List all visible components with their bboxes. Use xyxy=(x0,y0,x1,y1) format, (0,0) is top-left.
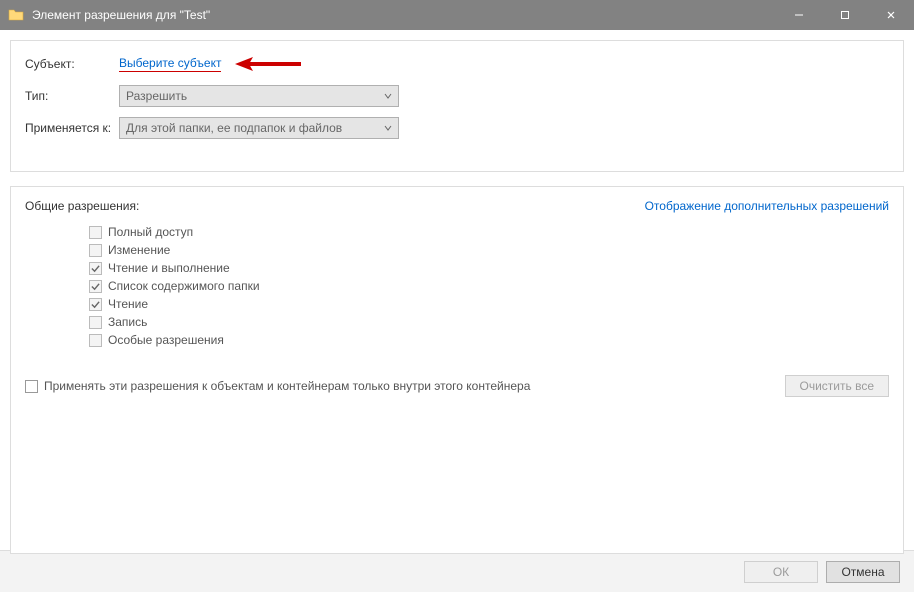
perm-read[interactable]: Чтение xyxy=(89,297,889,311)
type-row: Тип: Разрешить xyxy=(25,85,889,107)
window-title: Элемент разрешения для "Test" xyxy=(32,8,210,22)
apply-only-label: Применять эти разрешения к объектам и ко… xyxy=(44,379,530,393)
perm-label: Полный доступ xyxy=(108,225,193,239)
checkbox-icon xyxy=(25,380,38,393)
perm-list-folder[interactable]: Список содержимого папки xyxy=(89,279,889,293)
applies-label: Применяется к: xyxy=(25,121,119,135)
checkbox-icon xyxy=(89,244,102,257)
checkbox-icon xyxy=(89,226,102,239)
checkbox-icon xyxy=(89,334,102,347)
type-label: Тип: xyxy=(25,89,119,103)
perm-label: Чтение и выполнение xyxy=(108,261,230,275)
checkbox-icon xyxy=(89,262,102,275)
clear-all-button[interactable]: Очистить все xyxy=(785,375,889,397)
type-select-value: Разрешить xyxy=(126,89,187,103)
permissions-list: Полный доступ Изменение Чтение и выполне… xyxy=(89,225,889,347)
applies-select[interactable]: Для этой папки, ее подпапок и файлов xyxy=(119,117,399,139)
permissions-group: Общие разрешения: Отображение дополнител… xyxy=(10,186,904,554)
perm-full-control[interactable]: Полный доступ xyxy=(89,225,889,239)
maximize-button[interactable] xyxy=(822,0,868,30)
perm-special[interactable]: Особые разрешения xyxy=(89,333,889,347)
chevron-down-icon xyxy=(384,89,392,103)
perm-label: Особые разрешения xyxy=(108,333,224,347)
content-area: Субъект: Выберите субъект Тип: Разрешить… xyxy=(0,30,914,550)
perm-modify[interactable]: Изменение xyxy=(89,243,889,257)
subject-group: Субъект: Выберите субъект Тип: Разрешить… xyxy=(10,40,904,172)
perm-label: Список содержимого папки xyxy=(108,279,260,293)
minimize-button[interactable] xyxy=(776,0,822,30)
titlebar: Элемент разрешения для "Test" xyxy=(0,0,914,30)
perm-label: Чтение xyxy=(108,297,148,311)
apply-only-row: Применять эти разрешения к объектам и ко… xyxy=(25,375,889,397)
checkbox-icon xyxy=(89,316,102,329)
permissions-header: Общие разрешения: Отображение дополнител… xyxy=(25,199,889,213)
subject-label: Субъект: xyxy=(25,57,119,71)
perm-read-execute[interactable]: Чтение и выполнение xyxy=(89,261,889,275)
perm-write[interactable]: Запись xyxy=(89,315,889,329)
advanced-permissions-link[interactable]: Отображение дополнительных разрешений xyxy=(645,199,889,213)
perm-label: Запись xyxy=(108,315,147,329)
checkbox-icon xyxy=(89,298,102,311)
apply-only-checkbox[interactable]: Применять эти разрешения к объектам и ко… xyxy=(25,379,530,393)
select-subject-link[interactable]: Выберите субъект xyxy=(119,56,221,72)
cancel-button[interactable]: Отмена xyxy=(826,561,900,583)
chevron-down-icon xyxy=(384,121,392,135)
applies-select-value: Для этой папки, ее подпапок и файлов xyxy=(126,121,342,135)
ok-button[interactable]: ОК xyxy=(744,561,818,583)
perm-label: Изменение xyxy=(108,243,170,257)
annotation-arrow-icon xyxy=(233,55,303,73)
checkbox-icon xyxy=(89,280,102,293)
permissions-title: Общие разрешения: xyxy=(25,199,139,213)
close-button[interactable] xyxy=(868,0,914,30)
applies-row: Применяется к: Для этой папки, ее подпап… xyxy=(25,117,889,139)
subject-row: Субъект: Выберите субъект xyxy=(25,53,889,75)
window-controls xyxy=(776,0,914,30)
type-select[interactable]: Разрешить xyxy=(119,85,399,107)
folder-icon xyxy=(8,7,24,23)
footer: ОК Отмена xyxy=(0,550,914,592)
